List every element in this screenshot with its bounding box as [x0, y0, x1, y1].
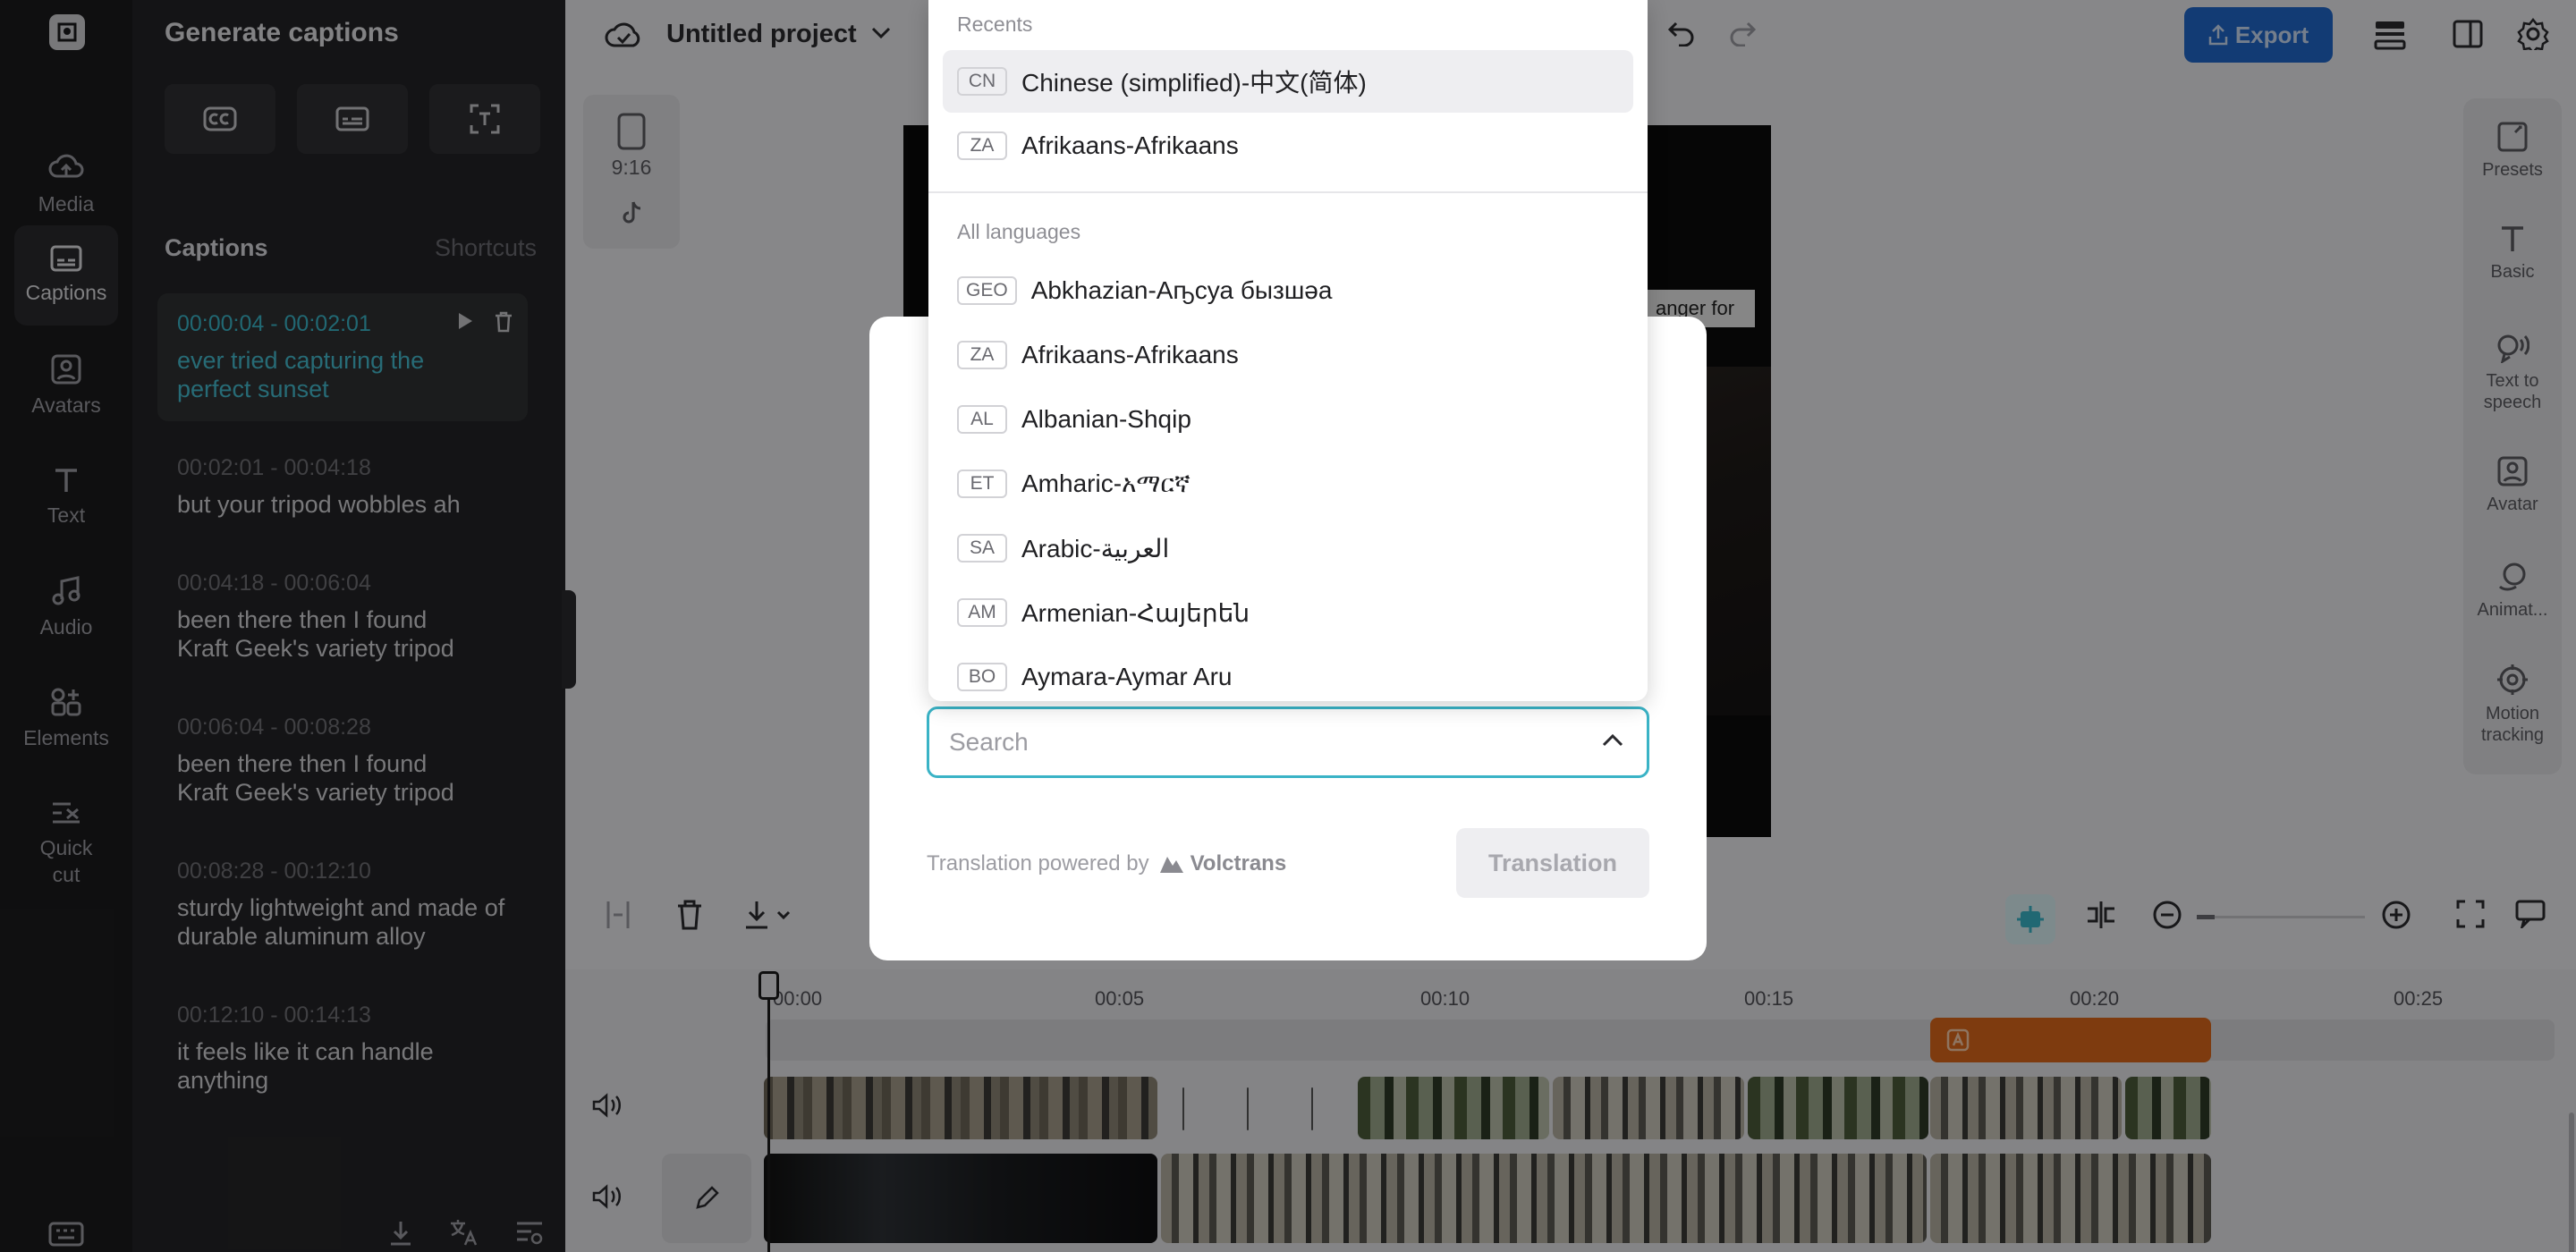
- language-search-input[interactable]: [949, 723, 1575, 761]
- language-label: Afrikaans-Afrikaans: [1021, 341, 1239, 368]
- language-option[interactable]: AL Albanian-Shqip: [943, 388, 1633, 451]
- chevron-up-icon[interactable]: [1602, 732, 1623, 747]
- all-languages-heading: All languages: [957, 220, 1081, 243]
- language-code: SA: [957, 534, 1007, 563]
- powered-by-text: Translation powered by: [927, 851, 1149, 876]
- language-label: Armenian-Հայերեն: [1021, 598, 1250, 627]
- powered-by: Translation powered by Volctrans: [927, 851, 1286, 876]
- language-option[interactable]: GEO Abkhazian-Аҧсуа бызшәа: [943, 259, 1633, 322]
- provider-logo: Volctrans: [1158, 851, 1287, 876]
- language-option[interactable]: ZA Afrikaans-Afrikaans: [943, 114, 1633, 177]
- language-code: GEO: [957, 276, 1017, 305]
- provider-name: Volctrans: [1190, 851, 1287, 876]
- language-label: Aymara-Aymar Aru: [1021, 663, 1233, 690]
- language-option[interactable]: CN Chinese (simplified)-中文(简体): [943, 50, 1633, 113]
- language-option[interactable]: BO Aymara-Aymar Aru: [943, 646, 1633, 701]
- language-dropdown: Recents CN Chinese (simplified)-中文(简体) Z…: [928, 0, 1648, 701]
- dropdown-divider: [928, 191, 1648, 193]
- language-search-box[interactable]: [927, 706, 1649, 778]
- language-code: AM: [957, 598, 1007, 627]
- language-label: Afrikaans-Afrikaans: [1021, 131, 1239, 159]
- language-code: CN: [957, 67, 1007, 96]
- language-label: Chinese (simplified)-中文(简体): [1021, 69, 1367, 97]
- language-code: ZA: [957, 341, 1007, 369]
- language-option[interactable]: ZA Afrikaans-Afrikaans: [943, 324, 1633, 386]
- language-code: ET: [957, 470, 1007, 498]
- language-label: Albanian-Shqip: [1021, 405, 1191, 433]
- language-code: AL: [957, 405, 1007, 434]
- language-label: Amharic-አማርኛ: [1021, 469, 1191, 497]
- language-code: ZA: [957, 131, 1007, 160]
- recents-heading: Recents: [957, 13, 1033, 36]
- translation-button[interactable]: Translation: [1456, 828, 1649, 898]
- language-option[interactable]: SA Arabic-العربية: [943, 517, 1633, 579]
- volctrans-logo-icon: [1159, 857, 1183, 873]
- language-label: Arabic-العربية: [1021, 534, 1170, 563]
- language-label: Abkhazian-Аҧсуа бызшәа: [1030, 276, 1333, 304]
- language-code: BO: [957, 663, 1007, 691]
- language-option[interactable]: ET Amharic-አማርኛ: [943, 453, 1633, 515]
- language-option[interactable]: AM Armenian-Հայերեն: [943, 581, 1633, 644]
